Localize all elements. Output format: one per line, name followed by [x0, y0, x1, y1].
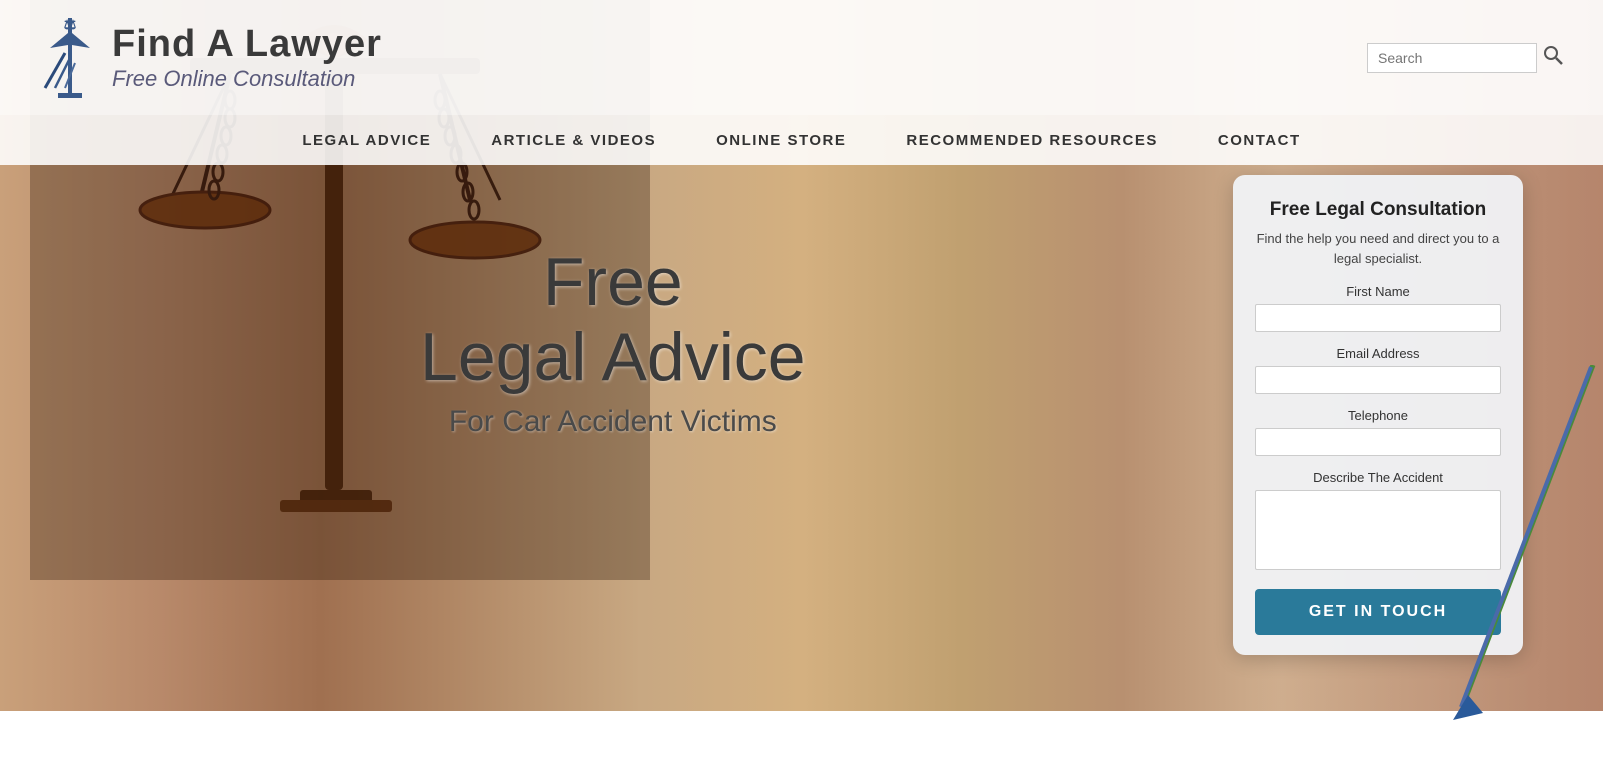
search-button[interactable] [1543, 45, 1563, 70]
logo-area: ⚖ Find A Lawyer Free Online Consultation [40, 13, 382, 103]
logo-text: Find A Lawyer Free Online Consultation [112, 23, 382, 92]
first-name-label: First Name [1255, 284, 1501, 299]
card-title: Free Legal Consultation [1255, 199, 1501, 221]
logo-title: Find A Lawyer [112, 23, 382, 66]
nav-legal-advice[interactable]: LEGAL ADVICE [302, 132, 431, 149]
email-input[interactable] [1255, 366, 1501, 394]
nav-contact[interactable]: CONTACT [1218, 132, 1301, 149]
svg-text:⚖: ⚖ [64, 16, 77, 32]
main-content: Free Legal Advice For Car Accident Victi… [0, 165, 1603, 711]
consultation-card: Free Legal Consultation Find the help yo… [1233, 175, 1523, 655]
accident-label: Describe The Accident [1255, 470, 1501, 485]
header: ⚖ Find A Lawyer Free Online Consultation [0, 0, 1603, 115]
telephone-input[interactable] [1255, 428, 1501, 456]
accident-textarea[interactable] [1255, 490, 1501, 570]
hero-title-line1: Free [420, 245, 806, 320]
get-in-touch-button[interactable]: GET IN TOUCH [1255, 589, 1501, 635]
navigation: LEGAL ADVICE ARTICLE & VIDEOS ONLINE STO… [0, 115, 1603, 165]
hero-title-line2: Legal Advice [420, 320, 806, 395]
nav-articles-videos[interactable]: ARTICLE & VIDEOS [491, 132, 656, 149]
nav-online-store[interactable]: ONLINE STORE [716, 132, 846, 149]
search-area [1367, 43, 1563, 73]
hero-text: Free Legal Advice For Car Accident Victi… [420, 245, 806, 439]
hero-subtitle: For Car Accident Victims [420, 405, 806, 439]
search-input[interactable] [1367, 43, 1537, 73]
nav-recommended-resources[interactable]: RECOMMENDED RESOURCES [906, 132, 1158, 149]
email-label: Email Address [1255, 346, 1501, 361]
logo-icon: ⚖ [40, 13, 100, 103]
logo-subtitle: Free Online Consultation [112, 66, 382, 92]
telephone-label: Telephone [1255, 408, 1501, 423]
search-icon [1543, 45, 1563, 65]
first-name-input[interactable] [1255, 304, 1501, 332]
card-description: Find the help you need and direct you to… [1255, 229, 1501, 268]
